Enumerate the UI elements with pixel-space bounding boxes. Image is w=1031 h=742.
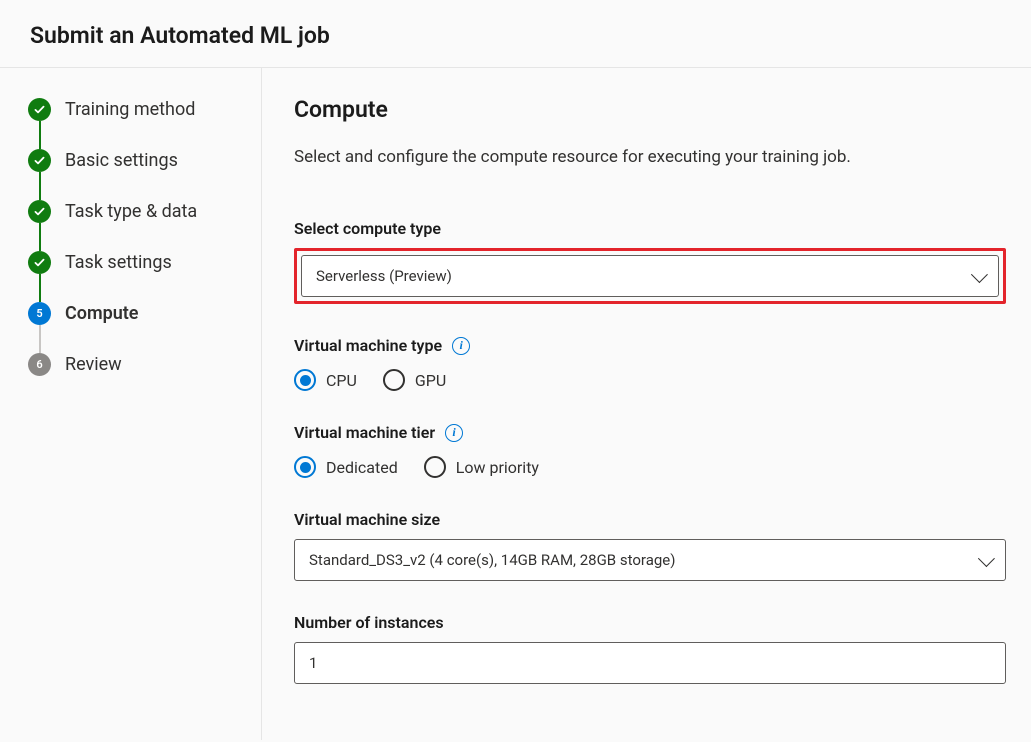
field-label: Select compute type	[294, 219, 1006, 238]
step-training-method[interactable]: Training method	[28, 98, 261, 121]
step-number-icon: 6	[28, 353, 51, 376]
step-review[interactable]: 6 Review	[28, 353, 261, 376]
section-title: Compute	[294, 96, 1031, 123]
chevron-down-icon	[978, 550, 995, 567]
field-label: Number of instances	[294, 613, 1006, 632]
step-task-type-data[interactable]: Task type & data	[28, 200, 261, 223]
page-title: Submit an Automated ML job	[30, 22, 1001, 49]
field-label: Virtual machine type i	[294, 336, 1006, 355]
step-label: Task settings	[65, 252, 172, 273]
instances-input[interactable]	[294, 642, 1006, 684]
step-connector	[39, 325, 41, 353]
radio-button-icon	[383, 369, 405, 391]
label-text: Number of instances	[294, 613, 444, 632]
label-text: Virtual machine type	[294, 336, 442, 355]
radio-button-icon	[294, 456, 316, 478]
label-text: Virtual machine tier	[294, 423, 435, 442]
content-wrap: Training method Basic settings Task type…	[0, 68, 1031, 740]
radio-button-icon	[294, 369, 316, 391]
highlight-box: Serverless (Preview)	[294, 248, 1006, 304]
step-label: Training method	[65, 99, 195, 120]
chevron-down-icon	[971, 266, 988, 283]
field-instances: Number of instances	[294, 613, 1006, 684]
info-icon[interactable]: i	[452, 337, 470, 355]
step-connector	[39, 121, 41, 149]
radio-button-icon	[424, 456, 446, 478]
info-icon[interactable]: i	[445, 424, 463, 442]
radio-label: Low priority	[456, 458, 539, 477]
check-icon	[28, 200, 51, 223]
compute-type-select[interactable]: Serverless (Preview)	[301, 255, 999, 297]
radio-low-priority[interactable]: Low priority	[424, 456, 539, 478]
field-label: Virtual machine size	[294, 510, 1006, 529]
section-description: Select and configure the compute resourc…	[294, 147, 1031, 167]
radio-gpu[interactable]: GPU	[383, 369, 446, 391]
check-icon	[28, 149, 51, 172]
field-compute-type: Select compute type Serverless (Preview)	[294, 219, 1006, 304]
vm-tier-radio-group: Dedicated Low priority	[294, 456, 1006, 478]
radio-label: CPU	[326, 371, 357, 390]
step-basic-settings[interactable]: Basic settings	[28, 149, 261, 172]
page-header: Submit an Automated ML job	[0, 0, 1031, 68]
step-connector	[39, 172, 41, 200]
step-connector	[39, 274, 41, 302]
label-text: Select compute type	[294, 219, 441, 238]
label-text: Virtual machine size	[294, 510, 440, 529]
wizard-sidebar: Training method Basic settings Task type…	[0, 68, 262, 740]
step-task-settings[interactable]: Task settings	[28, 251, 261, 274]
step-label: Basic settings	[65, 150, 178, 171]
check-icon	[28, 251, 51, 274]
field-vm-size: Virtual machine size Standard_DS3_v2 (4 …	[294, 510, 1006, 581]
radio-cpu[interactable]: CPU	[294, 369, 357, 391]
select-value: Standard_DS3_v2 (4 core(s), 14GB RAM, 28…	[309, 551, 675, 569]
select-value: Serverless (Preview)	[316, 267, 452, 285]
main-panel: Compute Select and configure the compute…	[262, 68, 1031, 740]
step-compute[interactable]: 5 Compute	[28, 302, 261, 325]
step-number-icon: 5	[28, 302, 51, 325]
step-label: Review	[65, 354, 122, 375]
step-label: Task type & data	[65, 201, 197, 222]
radio-label: Dedicated	[326, 458, 398, 477]
field-vm-tier: Virtual machine tier i Dedicated Low pri…	[294, 423, 1006, 478]
field-vm-type: Virtual machine type i CPU GPU	[294, 336, 1006, 391]
step-connector	[39, 223, 41, 251]
radio-label: GPU	[415, 371, 446, 390]
check-icon	[28, 98, 51, 121]
step-label: Compute	[65, 303, 139, 324]
vm-size-select[interactable]: Standard_DS3_v2 (4 core(s), 14GB RAM, 28…	[294, 539, 1006, 581]
field-label: Virtual machine tier i	[294, 423, 1006, 442]
radio-dedicated[interactable]: Dedicated	[294, 456, 398, 478]
vm-type-radio-group: CPU GPU	[294, 369, 1006, 391]
